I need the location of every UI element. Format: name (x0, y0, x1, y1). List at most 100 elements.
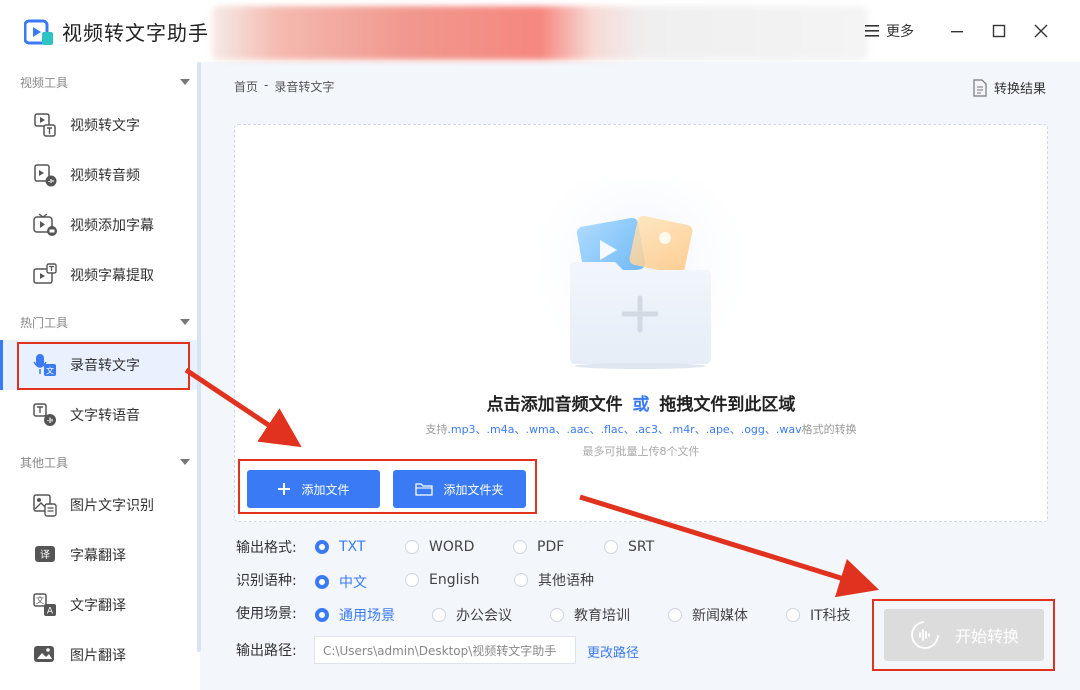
sidebar-item-video-subtitle-extract[interactable]: 视频字幕提取 (0, 250, 197, 300)
sidebar-item-text-translate[interactable]: 文 A 文字翻译 (0, 580, 197, 630)
conversion-results-button[interactable]: 转换结果 (972, 78, 1046, 97)
radio-dot (315, 608, 329, 622)
language-radio-chinese[interactable]: 中文 (315, 572, 367, 592)
scene-row: 使用场景: (236, 602, 314, 624)
text-translate-icon: 文 A (33, 593, 56, 617)
minimize-icon (951, 31, 963, 33)
radio-label: PDF (537, 539, 565, 555)
svg-text:文: 文 (36, 595, 44, 605)
support-prefix: 支持 (425, 423, 448, 436)
text-to-speech-icon (33, 403, 56, 426)
language-label: 识别语种: (236, 573, 297, 589)
window-controls: 更多 (864, 0, 1080, 62)
annotation-box-start (872, 599, 1055, 671)
sidebar-item-text-to-speech[interactable]: 文字转语音 (0, 390, 197, 440)
radio-dot (550, 608, 564, 622)
output-path-label: 输出路径: (236, 643, 297, 659)
support-suffix: 格式的转换 (801, 423, 857, 436)
scene-radio-education[interactable]: 教育培训 (550, 605, 630, 625)
radio-dot (405, 573, 419, 587)
chevron-down-icon (180, 319, 190, 325)
output-format-row: 输出格式: (236, 536, 314, 558)
app-logo-icon (24, 19, 53, 45)
sidebar-scrollbar[interactable] (197, 62, 201, 652)
radio-label: 中文 (339, 575, 367, 591)
sidebar-item-video-to-audio[interactable]: 视频转音频 (0, 150, 197, 200)
chevron-down-icon (180, 79, 190, 85)
scene-radio-it[interactable]: IT科技 (786, 605, 851, 625)
breadcrumb-current: 录音转文字 (274, 80, 335, 94)
annotation-box-sidebar (17, 342, 190, 390)
format-radio-txt[interactable]: TXT (315, 539, 365, 555)
video-add-subtitle-icon (33, 213, 57, 236)
close-button[interactable] (1020, 11, 1062, 51)
language-radio-other[interactable]: 其他语种 (514, 570, 594, 590)
image-ocr-icon (33, 494, 57, 517)
radio-label: WORD (429, 539, 475, 555)
format-radio-pdf[interactable]: PDF (513, 539, 564, 555)
result-button-label: 转换结果 (993, 82, 1046, 97)
sidebar-section-other-tools[interactable]: 其他工具 (0, 444, 200, 480)
sidebar-item-label: 文字翻译 (70, 598, 126, 614)
radio-dot (405, 540, 419, 554)
dropzone-title-click: 点击添加音频文件 (486, 395, 623, 415)
output-path-input[interactable] (314, 636, 576, 664)
radio-label: 新闻媒体 (692, 608, 748, 624)
sidebar-item-label: 图片翻译 (70, 648, 126, 664)
format-radio-srt[interactable]: SRT (604, 539, 654, 555)
radio-label: 教育培训 (574, 608, 630, 624)
radio-dot (315, 575, 329, 589)
dropzone-title-drag: 拖拽文件到此区域 (659, 395, 796, 415)
radio-dot (432, 608, 446, 622)
minimize-button[interactable] (936, 11, 978, 51)
blurred-banner (212, 6, 868, 60)
sidebar-item-label: 视频转文字 (70, 118, 140, 134)
maximize-button[interactable] (978, 11, 1020, 51)
scene-radio-general[interactable]: 通用场景 (315, 605, 395, 625)
radio-label: 其他语种 (538, 573, 594, 589)
scene-radio-meeting[interactable]: 办公会议 (432, 605, 512, 625)
sidebar-item-subtitle-translate[interactable]: 译 字幕翻译 (0, 530, 197, 580)
support-format-list: .mp3、.m4a、.wma、.aac、.flac、.ac3、.m4r、.ape… (447, 423, 802, 436)
document-icon (973, 78, 987, 97)
sidebar-section-hot-tools[interactable]: 热门工具 (0, 304, 200, 340)
radio-label: SRT (628, 539, 655, 555)
folder-add-illustration-icon (530, 180, 750, 370)
sidebar-section-video-tools[interactable]: 视频工具 (0, 64, 200, 100)
title-bar: 视频转文字助手 更多 (0, 0, 1080, 62)
close-icon (1034, 24, 1048, 38)
breadcrumb-home[interactable]: 首页 (234, 78, 258, 95)
change-path-link[interactable]: 更改路径 (587, 642, 639, 661)
breadcrumb-separator: - (264, 78, 269, 92)
more-menu-button[interactable]: 更多 (864, 21, 914, 41)
svg-text:A: A (47, 607, 54, 617)
sidebar-item-label: 视频字幕提取 (70, 268, 154, 284)
section-title: 热门工具 (20, 315, 69, 330)
radio-dot (514, 573, 528, 587)
radio-label: 办公会议 (456, 608, 512, 624)
dropzone-file-limit: 最多可批量上传8个文件 (582, 445, 700, 458)
sidebar-item-label: 视频转音频 (70, 168, 140, 184)
output-path-row: 输出路径: (236, 639, 314, 661)
radio-dot (513, 540, 527, 554)
radio-dot (668, 608, 682, 622)
menu-icon (865, 25, 879, 37)
radio-label: English (429, 572, 480, 588)
scene-label: 使用场景: (236, 606, 297, 622)
radio-dot (786, 608, 800, 622)
radio-label: 通用场景 (339, 608, 395, 624)
sidebar-item-image-ocr[interactable]: 图片文字识别 (0, 480, 197, 530)
format-radio-word[interactable]: WORD (405, 539, 474, 555)
video-to-text-icon (34, 113, 56, 137)
section-title: 其他工具 (20, 455, 69, 470)
language-radio-english[interactable]: English (405, 572, 480, 588)
maximize-icon (992, 24, 1006, 38)
sidebar-item-video-add-subtitle[interactable]: 视频添加字幕 (0, 200, 197, 250)
sidebar-item-label: 图片文字识别 (70, 498, 154, 514)
sidebar-item-image-translate[interactable]: 图片翻译 (0, 630, 197, 680)
dropzone-title-or: 或 (632, 395, 650, 415)
scene-radio-news[interactable]: 新闻媒体 (668, 605, 748, 625)
sidebar-item-video-to-text[interactable]: 视频转文字 (0, 100, 197, 150)
sidebar-item-label: 字幕翻译 (70, 548, 126, 564)
app-title: 视频转文字助手 (62, 21, 209, 45)
